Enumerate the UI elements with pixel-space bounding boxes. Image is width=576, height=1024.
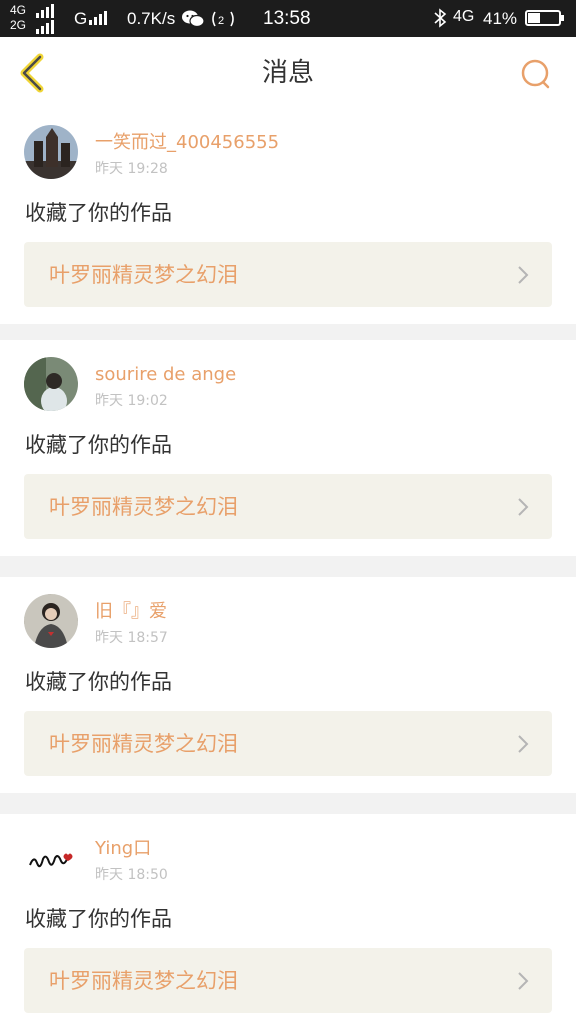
- timestamp: 昨天 18:57: [95, 630, 168, 646]
- avatar-image: [24, 125, 78, 179]
- timestamp: 昨天 19:28: [95, 161, 168, 177]
- bluetooth-icon: [434, 8, 447, 28]
- chevron-right-icon: [518, 735, 529, 753]
- username[interactable]: Ying口: [95, 838, 151, 860]
- search-button[interactable]: [516, 55, 556, 95]
- battery-icon: [525, 10, 564, 26]
- work-title: 叶罗丽精灵梦之幻泪: [49, 263, 238, 287]
- work-title: 叶罗丽精灵梦之幻泪: [49, 969, 238, 993]
- avatar[interactable]: [24, 357, 78, 411]
- timestamp: 昨天 18:50: [95, 867, 168, 883]
- message-card: Ying口 昨天 18:50 收藏了你的作品 叶罗丽精灵梦之幻泪: [0, 814, 576, 1024]
- message-card: 一笑而过_400456555 昨天 19:28 收藏了你的作品 叶罗丽精灵梦之幻…: [0, 108, 576, 324]
- work-link[interactable]: 叶罗丽精灵梦之幻泪: [24, 948, 552, 1013]
- signal-icon: [36, 4, 54, 18]
- network-speed: 0.7K/s: [127, 9, 176, 28]
- message-card: sourire de ange 昨天 19:02 收藏了你的作品 叶罗丽精灵梦之…: [0, 340, 576, 556]
- chevron-right-icon: [518, 266, 529, 284]
- battery-percent: 41%: [483, 9, 518, 28]
- wifi-icon: 2: [212, 11, 234, 27]
- clock: 13:58: [263, 8, 311, 29]
- chevron-right-icon: [518, 972, 529, 990]
- wechat-icon: [182, 10, 205, 28]
- action-text: 收藏了你的作品: [25, 433, 172, 457]
- message-card: 旧『』爱 昨天 18:57 收藏了你的作品 叶罗丽精灵梦之幻泪: [0, 577, 576, 793]
- status-bar: 4G 2G G 0.7K/s 2 13:58 4G 41%: [0, 0, 576, 37]
- avatar[interactable]: [24, 831, 78, 885]
- network-bottom-label: 2G: [10, 18, 27, 32]
- avatar-image: [24, 594, 78, 648]
- network-labels: 4G 2G: [10, 3, 32, 33]
- header-bar: 消息: [0, 37, 576, 109]
- work-link[interactable]: 叶罗丽精灵梦之幻泪: [24, 242, 552, 307]
- battery-level: [528, 13, 541, 23]
- signal-icon: [36, 20, 54, 34]
- network-g-label: G: [74, 9, 88, 28]
- work-link[interactable]: 叶罗丽精灵梦之幻泪: [24, 711, 552, 776]
- username[interactable]: sourire de ange: [95, 364, 236, 386]
- signal-icon: [89, 11, 107, 25]
- search-icon: [521, 59, 550, 89]
- chevron-right-icon: [518, 498, 529, 516]
- avatar-image: [24, 831, 78, 885]
- work-title: 叶罗丽精灵梦之幻泪: [49, 732, 238, 756]
- action-text: 收藏了你的作品: [25, 907, 172, 931]
- page-title: 消息: [261, 58, 314, 88]
- avatar-image: [24, 357, 78, 411]
- timestamp: 昨天 19:02: [95, 393, 168, 409]
- action-text: 收藏了你的作品: [25, 201, 172, 225]
- work-link[interactable]: 叶罗丽精灵梦之幻泪: [24, 474, 552, 539]
- username[interactable]: 一笑而过_400456555: [95, 132, 279, 154]
- network-top-label: 4G: [10, 3, 27, 17]
- username[interactable]: 旧『』爱: [95, 601, 167, 623]
- svg-text:2: 2: [218, 15, 224, 27]
- work-title: 叶罗丽精灵梦之幻泪: [49, 495, 238, 519]
- avatar[interactable]: [24, 594, 78, 648]
- avatar[interactable]: [24, 125, 78, 179]
- action-text: 收藏了你的作品: [25, 670, 172, 694]
- network-right-label: 4G: [453, 8, 475, 25]
